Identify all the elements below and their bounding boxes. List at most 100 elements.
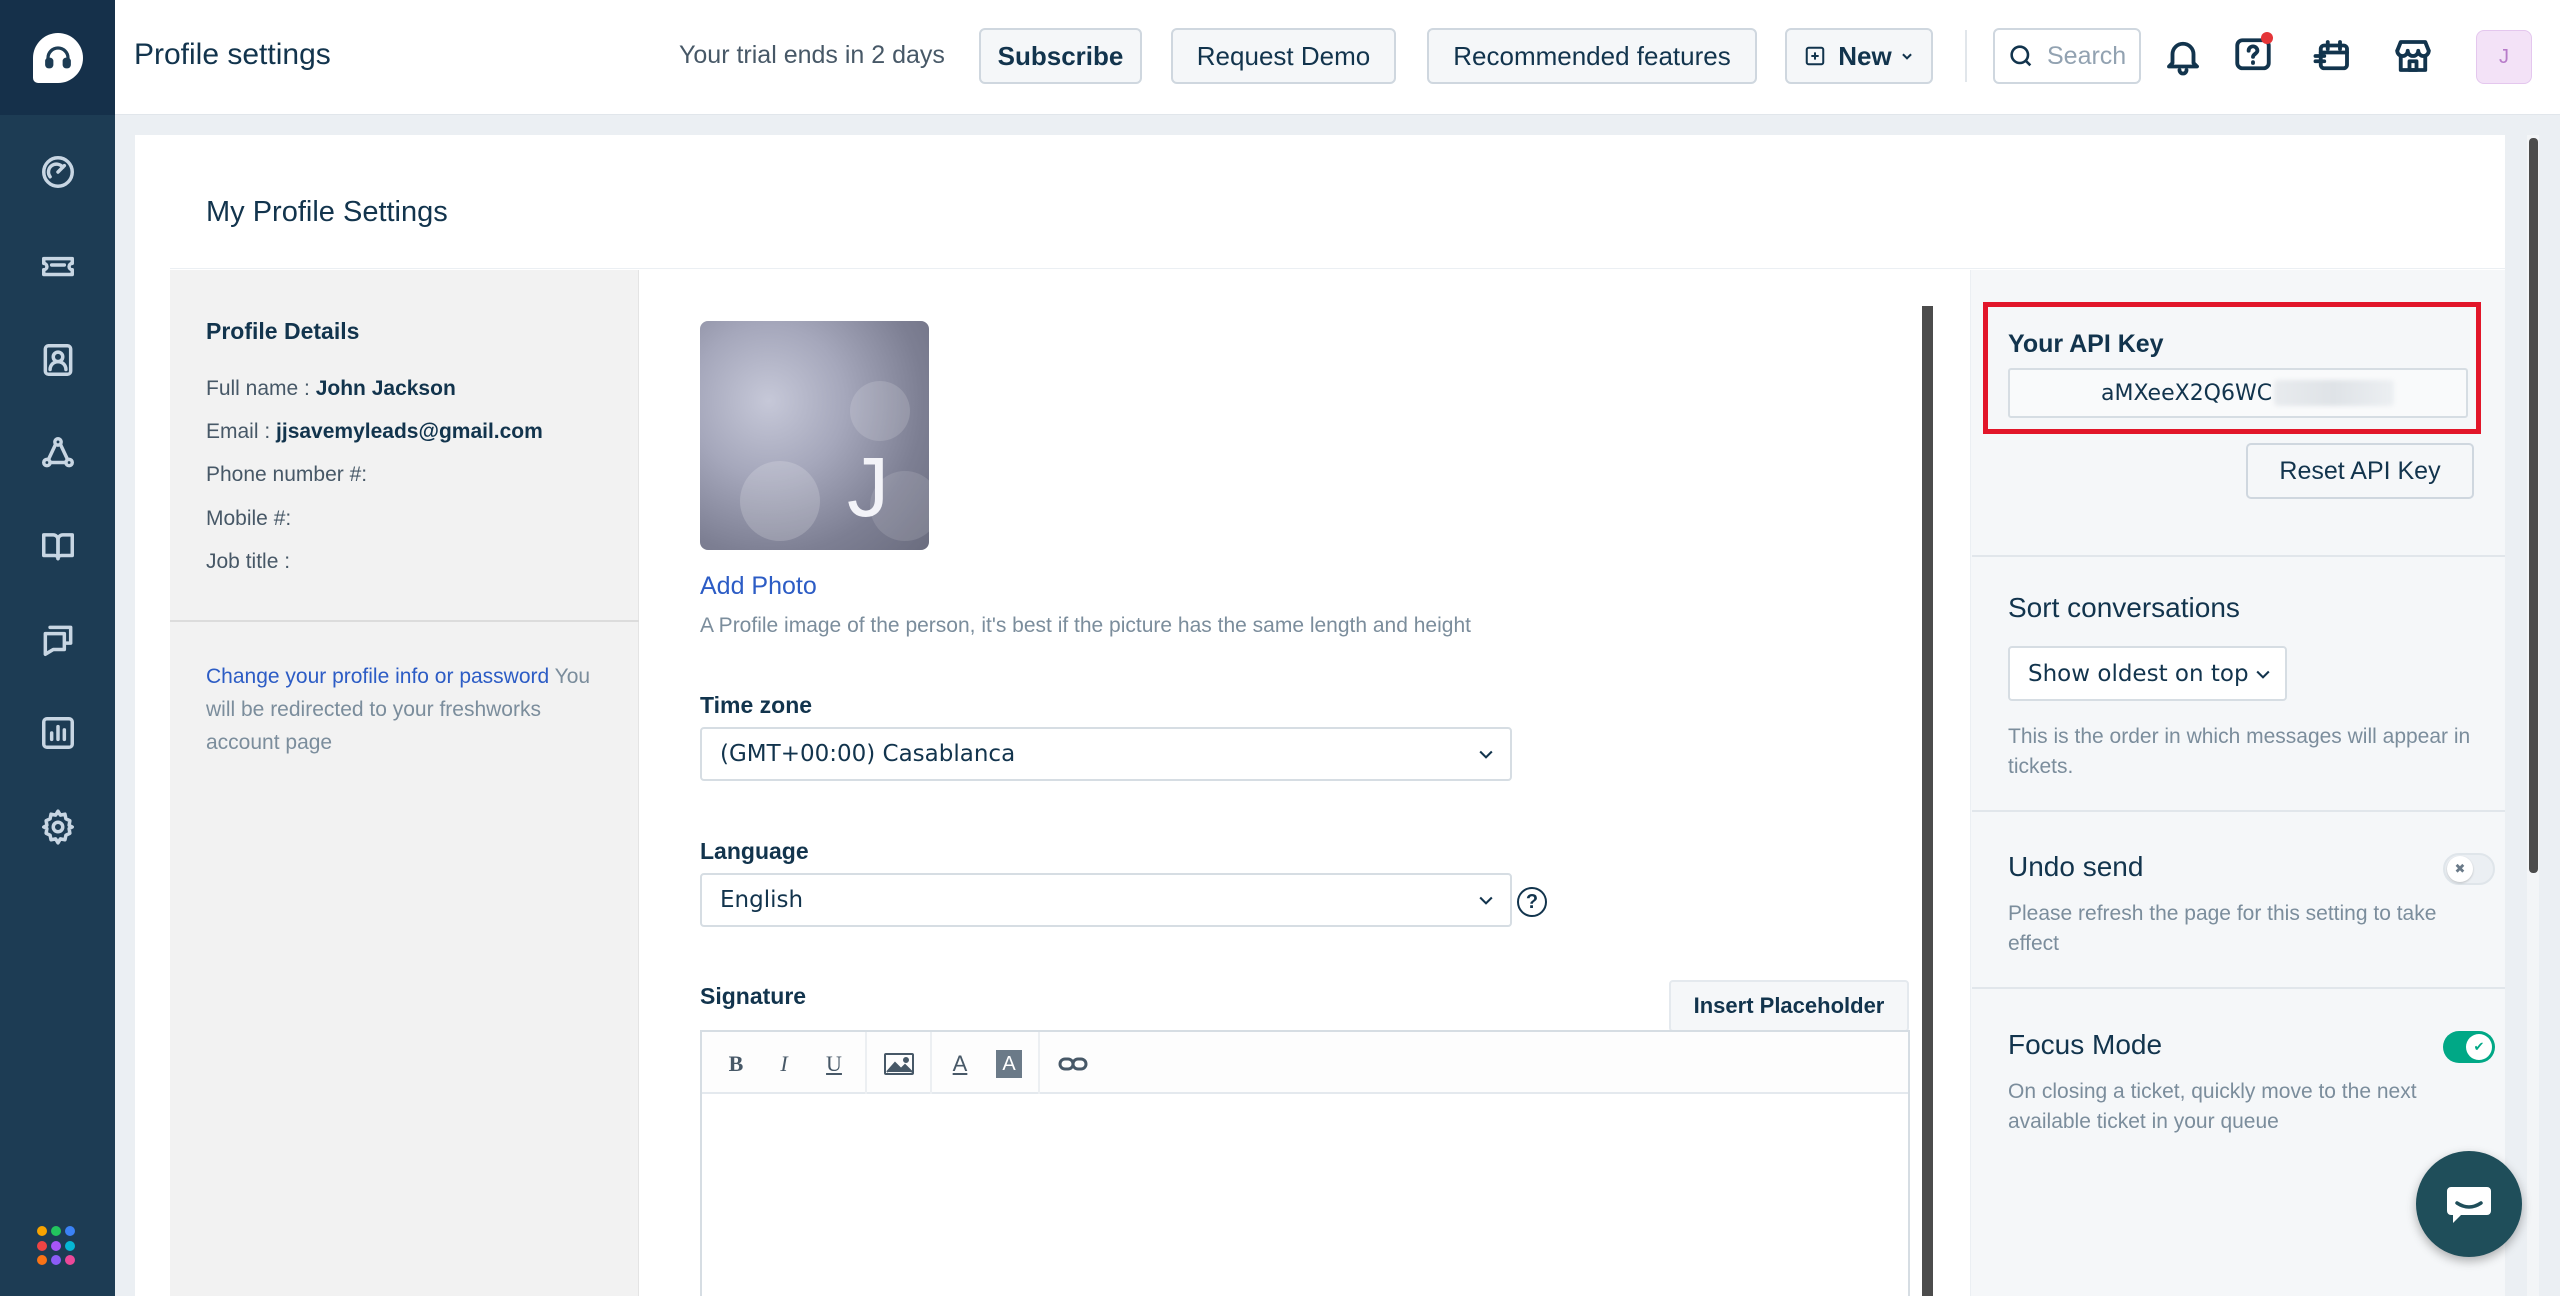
underline-button[interactable]: U	[822, 1050, 846, 1078]
chevron-down-icon	[2253, 664, 2273, 684]
right-divider	[1972, 810, 2505, 812]
change-profile-link[interactable]: Change your profile info or password	[206, 665, 549, 688]
undo-send-help: Please refresh the page for this setting…	[2008, 902, 2437, 955]
sort-conversations-select[interactable]: Show oldest on top	[2008, 646, 2287, 701]
right-divider	[1972, 555, 2505, 557]
focus-mode-help: On closing a ticket, quickly move to the…	[2008, 1080, 2417, 1133]
phone-label: Phone number #:	[206, 463, 368, 486]
signature-editor[interactable]: B I U A A	[700, 1030, 1910, 1296]
profile-details-panel: Profile Details Full name : John Jackson…	[170, 270, 639, 1296]
dashboard-icon[interactable]	[37, 151, 78, 192]
focus-mode-toggle[interactable]: ✔	[2443, 1031, 2495, 1063]
right-divider	[1972, 987, 2505, 989]
plus-box-icon	[1804, 45, 1826, 67]
apps-dot	[51, 1255, 61, 1266]
mobile-label: Mobile #:	[206, 507, 292, 530]
undo-send-title: Undo send	[2008, 851, 2144, 882]
apps-dot	[37, 1240, 47, 1251]
product-switcher-icon[interactable]	[2307, 30, 2359, 82]
insert-image-icon[interactable]	[882, 1050, 916, 1078]
language-value: English	[720, 887, 804, 913]
header-divider	[1965, 30, 1967, 82]
insert-placeholder-button[interactable]: Insert Placeholder	[1669, 980, 1909, 1032]
language-help-icon[interactable]: ?	[1517, 887, 1547, 917]
api-key-value: aMXeeX2Q6WC	[2101, 380, 2273, 406]
timezone-select[interactable]: (GMT+00:00) Casablanca	[700, 727, 1512, 781]
marketplace-store-icon[interactable]	[2387, 30, 2439, 82]
link-icon[interactable]	[1056, 1050, 1090, 1078]
background-color-button[interactable]: A	[996, 1050, 1022, 1078]
search-input[interactable]: Search	[1993, 28, 2141, 84]
headset-icon	[32, 32, 83, 83]
profile-details-title: Profile Details	[206, 318, 360, 344]
focus-mode-title: Focus Mode	[2008, 1029, 2163, 1060]
photo-help-text: A Profile image of the person, it's best…	[700, 614, 1471, 637]
sort-value: Show oldest on top	[2028, 660, 2249, 687]
apps-dot	[51, 1226, 61, 1236]
brand-logo[interactable]	[0, 0, 115, 115]
bold-button[interactable]: B	[724, 1050, 748, 1078]
trial-notice: Your trial ends in 2 days	[679, 41, 945, 69]
apps-dot	[37, 1226, 47, 1236]
search-icon	[2007, 42, 2035, 70]
page-title: Profile settings	[134, 38, 331, 71]
apps-dot	[65, 1240, 75, 1251]
search-placeholder: Search	[2047, 41, 2127, 70]
new-button-label: New	[1838, 40, 1892, 71]
profile-help: Change your profile info or password You…	[206, 660, 616, 759]
reports-icon[interactable]	[37, 712, 78, 753]
help-icon[interactable]	[2227, 30, 2279, 82]
chevron-down-icon	[1476, 744, 1496, 764]
api-key-redacted	[2274, 380, 2395, 406]
signature-label: Signature	[700, 983, 807, 1009]
groups-icon[interactable]	[37, 432, 78, 473]
italic-button[interactable]: I	[772, 1050, 796, 1078]
chat-bubble-icon	[2447, 1187, 2491, 1223]
settings-icon[interactable]	[37, 806, 78, 847]
apps-grid-icon[interactable]	[37, 1226, 77, 1266]
timezone-label: Time zone	[700, 692, 813, 718]
avatar[interactable]: J	[2476, 30, 2532, 84]
knowledge-base-icon[interactable]	[37, 525, 78, 566]
editor-scrollbar[interactable]	[1922, 306, 1933, 1296]
apps-dot	[65, 1255, 75, 1266]
language-label: Language	[700, 838, 809, 864]
profile-photo[interactable]: J	[700, 321, 929, 550]
apps-dot	[37, 1255, 47, 1266]
api-key-label: Your API Key	[2008, 330, 2164, 358]
timezone-value: (GMT+00:00) Casablanca	[720, 741, 1016, 767]
font-color-button[interactable]: A	[948, 1050, 972, 1078]
title-divider	[170, 268, 2505, 269]
section-title: My Profile Settings	[206, 196, 448, 228]
contacts-icon[interactable]	[37, 339, 78, 380]
check-icon: ✔	[2466, 1034, 2492, 1060]
request-demo-button[interactable]: Request Demo	[1171, 28, 1396, 84]
email-value: jjsavemyleads@gmail.com	[276, 420, 543, 443]
recommended-features-button[interactable]: Recommended features	[1427, 28, 1757, 84]
undo-send-toggle[interactable]: ✖	[2443, 853, 2495, 885]
close-icon: ✖	[2447, 856, 2473, 882]
language-select[interactable]: English	[700, 873, 1512, 927]
top-header: Profile settings Your trial ends in 2 da…	[115, 0, 2560, 115]
tickets-icon[interactable]	[37, 244, 78, 285]
email-row: Email : jjsavemyleads@gmail.com	[206, 420, 543, 444]
chevron-down-icon	[1476, 890, 1496, 910]
new-button[interactable]: New	[1785, 28, 1933, 84]
reset-api-key-button[interactable]: Reset API Key	[2246, 443, 2474, 499]
apps-dot	[51, 1240, 61, 1251]
conversations-icon[interactable]	[37, 619, 78, 660]
email-label: Email :	[206, 420, 271, 443]
api-key-field[interactable]: aMXeeX2Q6WC	[2008, 368, 2468, 418]
sort-conversations-title: Sort conversations	[2008, 592, 2240, 623]
full-name-row: Full name : John Jackson	[206, 377, 456, 401]
add-photo-link[interactable]: Add Photo	[700, 572, 817, 601]
page-scrollbar-thumb[interactable]	[2529, 138, 2538, 873]
profile-divider	[170, 620, 639, 622]
sidebar	[0, 0, 115, 1296]
apps-dot	[65, 1226, 75, 1236]
job-title-label: Job title :	[206, 550, 291, 573]
notifications-bell-icon[interactable]	[2157, 30, 2209, 82]
chat-widget-button[interactable]	[2416, 1151, 2522, 1257]
subscribe-button[interactable]: Subscribe	[979, 28, 1142, 84]
chevron-down-icon	[1900, 49, 1914, 63]
